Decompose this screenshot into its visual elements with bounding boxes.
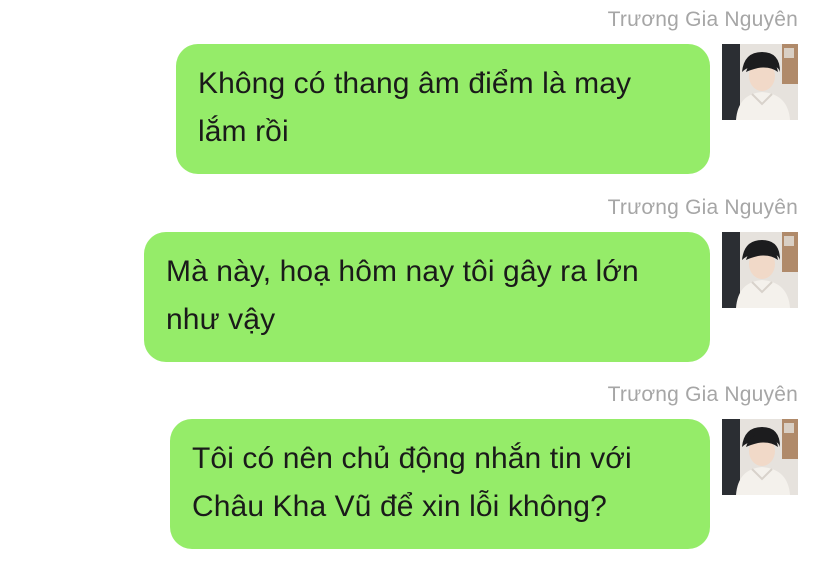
sender-name: Trương Gia Nguyên	[607, 8, 798, 31]
message-row: Trương Gia Nguyên Mà này, hoạ hôm nay tô…	[0, 196, 828, 366]
user-avatar-icon[interactable]	[722, 44, 798, 120]
chat-screen: { "messages": [ { "sender": "Trương Gia …	[0, 0, 828, 562]
message-row: Trương Gia Nguyên Không có thang âm điểm…	[0, 8, 828, 178]
sender-name: Trương Gia Nguyên	[607, 196, 798, 219]
message-bubble[interactable]: Tôi có nên chủ động nhắn tin với Châu Kh…	[170, 419, 710, 549]
message-row: Trương Gia Nguyên Tôi có nên chủ động nh…	[0, 383, 828, 553]
user-avatar-icon[interactable]	[722, 419, 798, 495]
sender-name: Trương Gia Nguyên	[607, 383, 798, 406]
message-bubble[interactable]: Không có thang âm điểm là may lắm rồi	[176, 44, 710, 174]
user-avatar-icon[interactable]	[722, 232, 798, 308]
message-bubble[interactable]: Mà này, hoạ hôm nay tôi gây ra lớn như v…	[144, 232, 710, 362]
